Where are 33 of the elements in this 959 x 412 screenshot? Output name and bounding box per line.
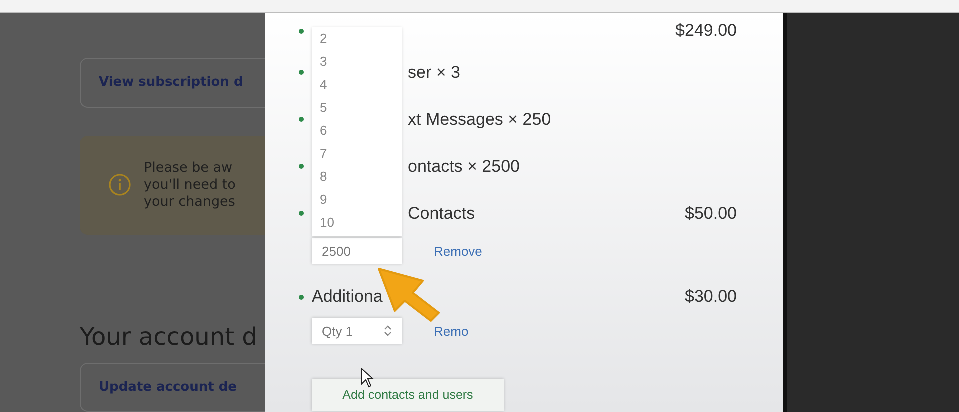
dropdown-option[interactable]: 3 <box>320 50 402 73</box>
item-name: Contacts <box>408 204 476 224</box>
remove-link[interactable]: Remove <box>434 244 482 258</box>
dropdown-option[interactable]: 4 <box>320 73 402 96</box>
item-price: $30.00 <box>685 287 737 307</box>
spinner-icon <box>384 325 392 337</box>
dropdown-option[interactable]: 8 <box>320 165 402 188</box>
section-heading: Your account d <box>80 322 258 350</box>
dropdown-option[interactable]: 10 <box>320 211 402 234</box>
item-price: $50.00 <box>685 204 737 224</box>
dropdown-option[interactable]: 2 <box>320 27 402 50</box>
dropdown-option[interactable]: 6 <box>320 119 402 142</box>
bullet-dot <box>299 70 304 75</box>
quantity-select[interactable]: Qty 1 <box>312 318 402 344</box>
bullet-dot <box>299 211 304 216</box>
quantity-field[interactable]: 2500 <box>312 238 402 264</box>
bullet-dot <box>299 294 304 300</box>
bullet-dot <box>299 164 304 169</box>
bullet-dot <box>299 28 304 34</box>
dropdown-option[interactable]: 9 <box>320 188 402 211</box>
mouse-cursor-icon <box>361 368 375 388</box>
notice-text: Please be aw you'll need to your changes <box>144 160 236 210</box>
add-contacts-button[interactable]: Add contacts and users <box>312 379 504 411</box>
item-price: $249.00 <box>676 21 737 41</box>
item-name: ontacts × 2500 <box>408 156 520 176</box>
item-name: ser × 3 <box>408 62 460 82</box>
bullet-dot <box>299 117 304 122</box>
item-name: Additiona <box>312 287 383 307</box>
item-name: xt Messages × 250 <box>408 110 552 130</box>
dropdown-option[interactable]: 5 <box>320 96 402 119</box>
dropdown-option[interactable]: 7 <box>320 142 402 165</box>
info-icon <box>108 173 132 197</box>
remove-link[interactable]: Remo <box>434 324 469 338</box>
